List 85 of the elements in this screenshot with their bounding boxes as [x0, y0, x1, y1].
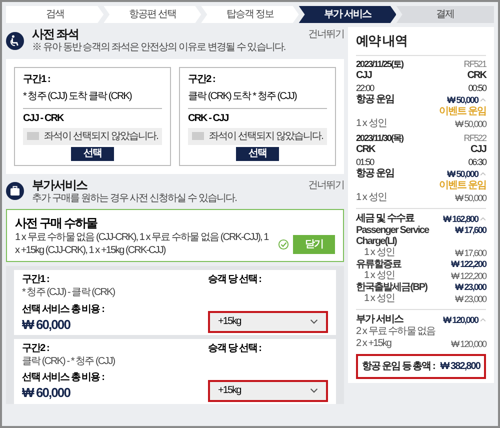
step-tab[interactable]: 항공편 선택	[104, 6, 202, 23]
passenger-count: 1 x 성인	[363, 292, 394, 304]
tax-item-amount: ₩ 17,600	[455, 224, 486, 236]
total-price: ₩ 60,000	[22, 316, 72, 333]
passenger-count: 1 x 성인	[356, 118, 386, 130]
seat-status: 좌석이 선택되지 않았습니다.	[208, 130, 323, 144]
select-button[interactable]: 선택	[236, 146, 279, 160]
departure-time: 22:00	[356, 82, 374, 94]
step-tab[interactable]: 탑승객 정보	[201, 6, 299, 23]
departure-time: 01:50	[356, 156, 374, 168]
section-title: 사전 좌석	[32, 27, 80, 42]
flight-date: 2023/11/30(목)	[356, 132, 404, 144]
route-code: CRK - CJJ	[188, 112, 230, 126]
fare-label: 항공 운임	[356, 168, 394, 180]
tax-item-name: 한국출발세금(BP)	[356, 282, 428, 292]
passenger-amount: ₩ 17,600	[455, 246, 486, 258]
chevron-down-icon	[310, 388, 318, 393]
segment-label: 구간2 :	[188, 72, 216, 86]
fare-amount: ₩ 50,000	[447, 168, 478, 180]
extras-label: 부가 서비스	[356, 314, 404, 326]
skip-link[interactable]: 건너뛰기	[308, 178, 344, 192]
select-label: 승객 당 선택 :	[208, 273, 262, 287]
step-tab[interactable]: 부가 서비스	[298, 6, 396, 23]
tax-item-amount: ₩ 23,000	[455, 282, 486, 292]
baggage-summary: 1 x 무료 수하물 없음 (CJJ-CRK), 1 x 무료 수하물 없음 (CRK-CJJ), 1 x +15kg (CJJ-CRK), 1 x +15kg (CRK-CJJ)	[15, 232, 270, 257]
total-label: 항공 운임 등 총액 :	[362, 360, 435, 374]
arrival-time: 00:50	[468, 82, 486, 94]
section-note: 추가 구매를 원하는 경우 사전 신청하실 수 있습니다.	[32, 192, 238, 205]
summary-title: 예약 내역	[356, 31, 486, 56]
segment-route: * 청주 (CJJ) 도착 클락 (CRK)	[23, 88, 162, 108]
step-tab[interactable]: 검색	[6, 6, 104, 23]
passenger-amount: ₩ 50,000	[455, 192, 486, 204]
passenger-count: 1 x 성인	[356, 192, 386, 204]
airport-code: CRK	[467, 70, 486, 82]
segment-label: 구간1 :	[22, 273, 50, 287]
seat-placeholder	[27, 132, 39, 140]
route-code: CJJ - CRK	[23, 112, 65, 126]
tax-amount: ₩ 162,800	[443, 212, 478, 224]
total-label: 선택 서비스 총 비용 :	[22, 302, 105, 316]
airport-code: CRK	[356, 144, 375, 156]
extras-line: 2 x +15kg	[356, 338, 392, 350]
flight-number: RF521	[464, 58, 486, 70]
segment-route: * 청주 (CJJ) - 클락 (CRK)	[22, 287, 116, 300]
passenger-amount: ₩ 50,000	[455, 118, 486, 130]
select-button[interactable]: 선택	[71, 146, 114, 160]
section-title: 부가서비스	[32, 178, 88, 192]
segment-route: 클락 (CRK) 도착 * 청주 (CJJ)	[188, 88, 327, 108]
passenger-amount: ₩ 23,000	[455, 292, 486, 304]
tax-item-name: Passenger Service Charge(LI)	[356, 224, 430, 246]
flight-number: RF522	[464, 132, 486, 144]
segment-label: 구간1 :	[23, 72, 51, 86]
airport-code: CJJ	[356, 70, 372, 82]
chevron-down-icon	[310, 319, 318, 324]
tax-label: 세금 및 수수료	[356, 212, 414, 224]
seat-status: 좌석이 선택되지 않았습니다.	[43, 130, 158, 144]
total-label: 선택 서비스 총 비용 :	[22, 371, 105, 386]
tax-item-amount: ₩ 122,200	[451, 258, 486, 270]
baggage-dropdown[interactable]: +15kg	[208, 380, 328, 402]
passenger-count: 1 x 성인	[363, 270, 394, 282]
baggage-dropdown[interactable]: +15kg	[208, 310, 328, 333]
fare-tag: 이벤트 운임	[356, 180, 486, 192]
panel-title: 사전 구매 수하물	[15, 215, 98, 232]
fare-tag: 이벤트 운임	[356, 106, 486, 118]
suitcase-icon	[6, 182, 24, 200]
segment-label: 구간2 :	[22, 342, 50, 356]
fare-label: 항공 운임	[356, 94, 394, 106]
extras-line: 2 x 무료 수하물 없음	[356, 326, 436, 338]
passenger-amount: ₩ 122,200	[451, 270, 486, 282]
extras-line-amount: ₩ 120,000	[451, 338, 486, 350]
airport-code: CJJ	[470, 144, 486, 156]
passenger-count: 1 x 성인	[364, 246, 394, 258]
flight-date: 2023/11/25(토)	[356, 58, 404, 70]
step-tab[interactable]: 결제	[396, 6, 494, 23]
skip-link[interactable]: 건너뛰기	[308, 27, 344, 42]
section-note: ※ 유아 동반 승객의 좌석은 안전상의 이유로 변경될 수 있습니다.	[32, 42, 286, 54]
total-amount: ₩ 382,800	[440, 360, 480, 374]
arrival-time: 06:30	[468, 156, 486, 168]
fare-amount: ₩ 50,000	[447, 94, 478, 106]
total-price: ₩ 60,000	[22, 385, 72, 402]
extras-amount: ₩ 120,000	[443, 314, 478, 326]
tax-item-name: 유류할증료	[356, 258, 402, 270]
select-label: 승객 당 선택 :	[208, 342, 262, 356]
seat-icon	[6, 32, 24, 50]
segment-route: 클락 (CRK) - * 청주 (CJJ)	[22, 356, 116, 368]
seat-placeholder	[192, 132, 204, 140]
